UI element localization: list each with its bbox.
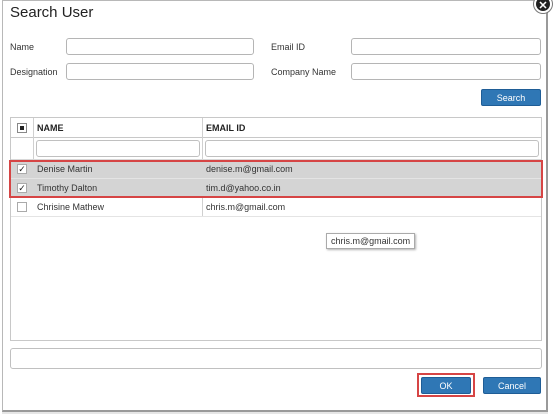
company-name-label: Company Name (271, 67, 337, 77)
row-checkbox[interactable]: ✓ (17, 183, 27, 193)
row-checkbox[interactable]: ✓ (17, 164, 27, 174)
column-header-email[interactable]: EMAIL ID (206, 123, 245, 133)
row-email: denise.m@gmail.com (206, 164, 293, 174)
row-name: Chrisine Mathew (37, 202, 105, 212)
filter-row (11, 138, 541, 160)
search-button[interactable]: Search (481, 89, 541, 106)
row-checkbox[interactable] (17, 202, 27, 212)
selected-users-field[interactable] (10, 348, 542, 369)
company-name-input[interactable] (351, 63, 541, 80)
name-input[interactable] (66, 38, 254, 55)
ok-button[interactable]: OK (421, 377, 471, 394)
email-tooltip: chris.m@gmail.com (326, 233, 416, 249)
select-all-checkbox[interactable] (17, 123, 27, 133)
email-id-input[interactable] (351, 38, 541, 55)
cancel-button[interactable]: Cancel (483, 377, 541, 394)
grid-header: NAME EMAIL ID (11, 118, 541, 216)
user-results-grid: NAME EMAIL ID ✓ Denise Martin denise.m@g… (10, 117, 542, 341)
row-name: Denise Martin (37, 164, 93, 174)
email-id-label: Email ID (271, 42, 306, 52)
designation-input[interactable] (66, 63, 254, 80)
email-filter-input[interactable] (205, 140, 539, 157)
row-email: chris.m@gmail.com (206, 202, 286, 212)
name-filter-input[interactable] (36, 140, 200, 157)
column-header-name[interactable]: NAME (37, 123, 64, 133)
table-row[interactable]: Chrisine Mathew chris.m@gmail.com (11, 198, 541, 217)
name-label: Name (10, 42, 35, 52)
table-row[interactable]: ✓ Denise Martin denise.m@gmail.com (11, 160, 541, 179)
row-email: tim.d@yahoo.co.in (206, 183, 281, 193)
table-row[interactable]: ✓ Timothy Dalton tim.d@yahoo.co.in (11, 179, 541, 198)
dialog-title: Search User (10, 4, 94, 21)
row-name: Timothy Dalton (37, 183, 98, 193)
designation-label: Designation (10, 67, 58, 77)
close-icon[interactable]: ✕ (534, 0, 552, 13)
